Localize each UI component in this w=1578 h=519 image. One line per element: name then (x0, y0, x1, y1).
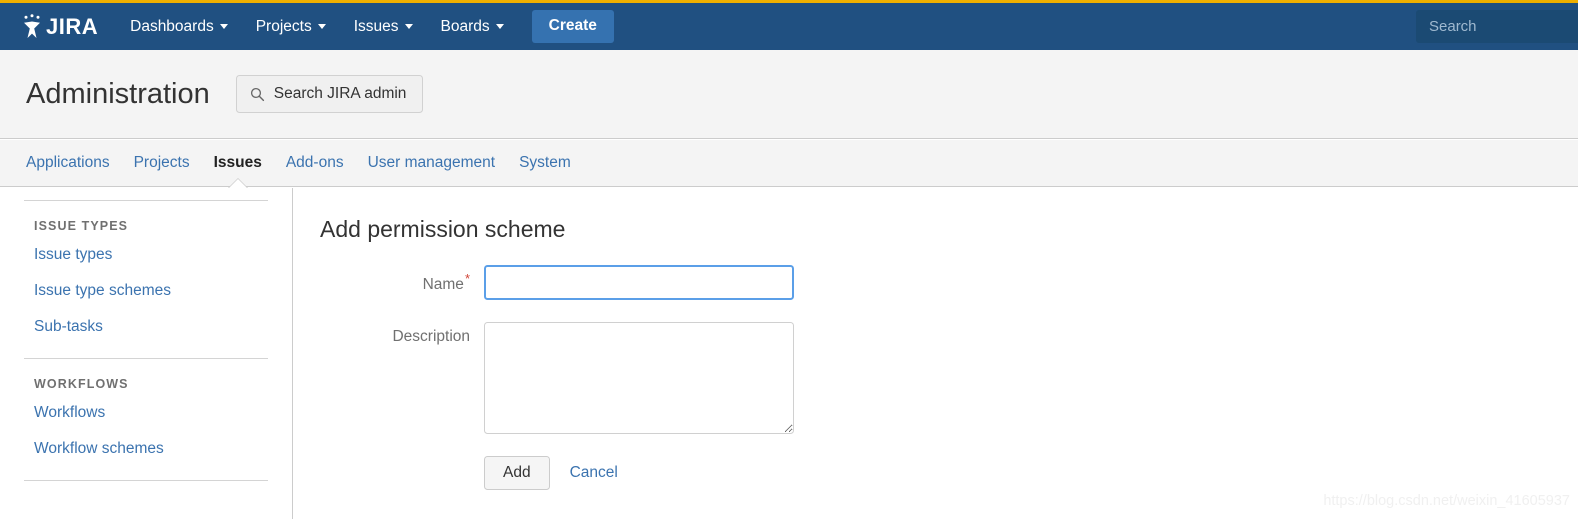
nav-item-label: Boards (440, 17, 490, 35)
tab-issues[interactable]: Issues (202, 140, 274, 188)
chevron-down-icon (495, 24, 504, 29)
admin-search-button-label: Search JIRA admin (273, 85, 407, 102)
nav-item-boards[interactable]: Boards (427, 3, 518, 50)
admin-search-button[interactable]: Search JIRA admin (235, 75, 424, 113)
create-button[interactable]: Create (531, 10, 614, 43)
nav-item-label: Projects (255, 17, 312, 35)
form-actions: Add Cancel (294, 456, 1578, 490)
global-header: JIRA Dashboards Projects Issues Boards C… (0, 3, 1578, 50)
sidebar-item-issue-types[interactable]: Issue types (34, 246, 268, 264)
nav-item-label: Issues (353, 17, 399, 35)
name-input[interactable] (484, 265, 794, 300)
name-label: Name* (294, 265, 484, 295)
tab-label: Projects (133, 154, 190, 171)
page-title: Administration (26, 77, 210, 110)
description-label: Description (392, 328, 470, 345)
sidebar-divider (24, 480, 268, 481)
jira-admin-page: JIRA Dashboards Projects Issues Boards C… (0, 0, 1578, 519)
tab-user-management[interactable]: User management (356, 140, 508, 187)
cancel-link[interactable]: Cancel (570, 464, 618, 482)
tab-label: User management (367, 154, 496, 171)
sidebar-group-workflows: WORKFLOWS Workflows Workflow schemes (24, 377, 268, 480)
chevron-down-icon (404, 24, 413, 29)
sidebar-item-workflow-schemes[interactable]: Workflow schemes (34, 440, 268, 458)
page-body: ISSUE TYPES Issue types Issue type schem… (0, 188, 1578, 519)
sidebar-group-heading: WORKFLOWS (34, 377, 129, 391)
nav-item-issues[interactable]: Issues (340, 3, 427, 50)
search-icon (250, 87, 264, 101)
administration-band: Administration Search JIRA admin (0, 50, 1578, 139)
main-content: Add permission scheme Name* Description … (294, 188, 1578, 519)
admin-sidebar: ISSUE TYPES Issue types Issue type schem… (0, 188, 293, 519)
form-title: Add permission scheme (320, 216, 566, 242)
global-nav: Dashboards Projects Issues Boards Create (116, 3, 614, 50)
sidebar-divider (24, 358, 268, 359)
tab-label: Add-ons (285, 154, 344, 171)
sidebar-item-sub-tasks[interactable]: Sub-tasks (34, 318, 268, 336)
tab-add-ons[interactable]: Add-ons (274, 140, 356, 187)
sidebar-group-issue-types: ISSUE TYPES Issue types Issue type schem… (24, 219, 268, 358)
chevron-down-icon (219, 24, 228, 29)
nav-item-projects[interactable]: Projects (242, 3, 340, 50)
tab-applications[interactable]: Applications (14, 140, 122, 187)
nav-item-label: Dashboards (130, 17, 214, 35)
nav-item-dashboards[interactable]: Dashboards (116, 3, 242, 50)
watermark-text: https://blog.csdn.net/weixin_41605937 (1323, 493, 1570, 509)
sidebar-group-heading: ISSUE TYPES (34, 219, 129, 233)
sidebar-item-issue-type-schemes[interactable]: Issue type schemes (34, 282, 268, 300)
tab-label: System (519, 154, 571, 171)
admin-tab-bar: Applications Projects Issues Add-ons Use… (0, 140, 1578, 188)
tab-label: Applications (26, 154, 110, 171)
tab-label: Issues (213, 154, 262, 171)
tab-system[interactable]: System (507, 140, 583, 187)
sidebar-item-workflows[interactable]: Workflows (34, 404, 268, 422)
form-row-name: Name* (294, 265, 1578, 300)
jira-logo-icon (24, 13, 40, 38)
sidebar-divider (24, 200, 268, 201)
add-button[interactable]: Add (484, 456, 550, 490)
jira-logo-text: JIRA (46, 13, 99, 39)
chevron-down-icon (317, 24, 326, 29)
tab-projects[interactable]: Projects (122, 140, 202, 187)
jira-logo[interactable]: JIRA (20, 3, 98, 50)
name-label-text: Name (422, 276, 464, 294)
form-row-description: Description (294, 322, 1578, 434)
required-marker: * (464, 271, 470, 286)
description-textarea[interactable] (484, 322, 794, 434)
global-search-input[interactable] (1416, 10, 1578, 43)
